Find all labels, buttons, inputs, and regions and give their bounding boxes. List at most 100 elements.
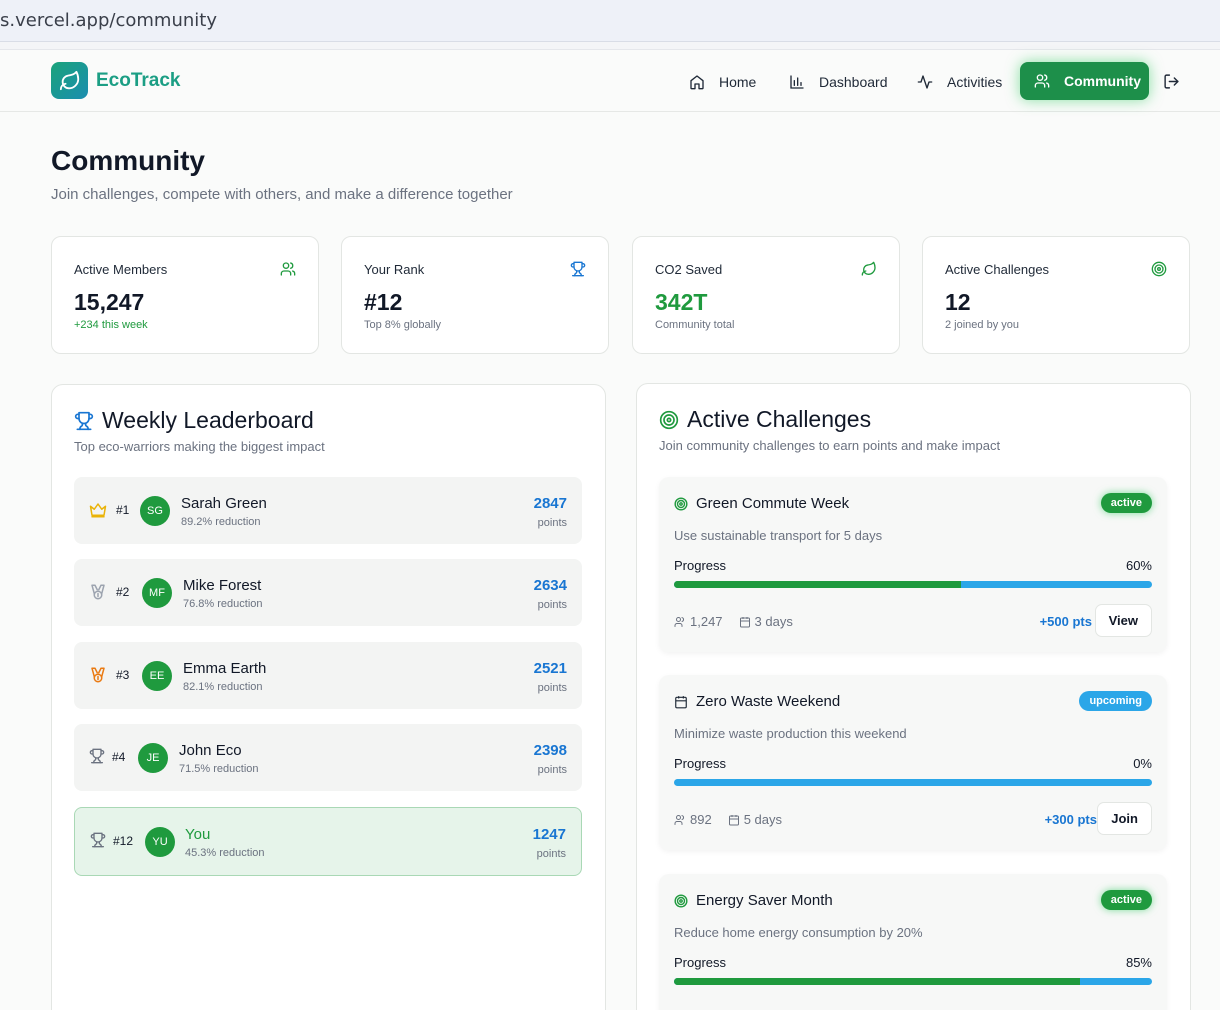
- challenges-panel: Active Challenges Join community challen…: [636, 383, 1191, 1010]
- nav-activities[interactable]: Activities: [917, 68, 1002, 96]
- reward-points: +300 pts: [1044, 812, 1097, 827]
- nav-dashboard[interactable]: Dashboard: [789, 68, 888, 96]
- calendar-icon: [675, 695, 687, 708]
- points-label: points: [537, 599, 567, 611]
- stat-value: #12: [364, 289, 403, 315]
- url-text: s.vercel.app/community: [0, 10, 217, 31]
- browser-url-bar[interactable]: s.vercel.app/community: [0, 0, 1220, 42]
- reward-points: +500 pts: [1039, 614, 1092, 629]
- page-subtitle: Join challenges, compete with others, an…: [51, 186, 513, 203]
- reduction: 89.2% reduction: [181, 516, 261, 528]
- user-name: Sarah Green: [181, 495, 267, 512]
- points-label: points: [537, 682, 567, 694]
- progress-label: Progress: [674, 756, 727, 771]
- progress-bar: [674, 978, 1152, 985]
- join-button[interactable]: Join: [1097, 802, 1152, 835]
- activity-icon: [917, 75, 933, 89]
- avatar: MF: [142, 578, 172, 608]
- trophy-icon: [90, 832, 106, 853]
- duration: 5 days: [743, 812, 783, 827]
- challenge-meta: 892 5 days: [674, 812, 798, 827]
- user-name: Mike Forest: [183, 577, 262, 594]
- nav-home[interactable]: Home: [689, 68, 756, 96]
- points-value: 2634: [533, 577, 567, 594]
- avatar: EE: [142, 661, 172, 691]
- reduction: 71.5% reduction: [179, 763, 259, 775]
- page-title: Community: [51, 145, 205, 176]
- leaderboard-row[interactable]: #2 MF Mike Forest 76.8% reduction 2634 p…: [74, 559, 582, 626]
- rank: #1: [116, 503, 130, 517]
- leaf-icon: [861, 261, 877, 282]
- points-label: points: [536, 848, 566, 860]
- calendar-icon: [728, 814, 739, 825]
- challenges-title-text: Active Challenges: [687, 406, 872, 432]
- participants: 892: [690, 812, 712, 827]
- stat-label: Active Challenges: [945, 262, 1050, 277]
- points-value: 2521: [533, 660, 567, 677]
- stat-value: 12: [945, 289, 971, 315]
- rank: #3: [116, 668, 130, 682]
- view-button[interactable]: View: [1094, 604, 1152, 637]
- stat-label: CO2 Saved: [655, 262, 723, 277]
- progress-bar-fill: [674, 978, 1081, 985]
- progress-bar: [674, 581, 1152, 588]
- target-icon: [674, 893, 688, 908]
- leaderboard-subtitle: Top eco-warriors making the biggest impa…: [74, 439, 325, 454]
- users-icon: [1034, 74, 1050, 88]
- silver-medal-icon: [89, 583, 107, 606]
- rank: #2: [116, 585, 130, 599]
- status-badge: active: [1100, 493, 1152, 513]
- points-label: points: [537, 764, 567, 776]
- participants: 1,247: [690, 614, 723, 629]
- leaderboard-row[interactable]: #4 JE John Eco 71.5% reduction 2398 poin…: [74, 724, 582, 791]
- reduction: 76.8% reduction: [183, 598, 263, 610]
- user-name: Emma Earth: [183, 660, 267, 677]
- users-icon: [674, 814, 684, 825]
- points-label: points: [537, 517, 567, 529]
- leaderboard-title: Weekly Leaderboard: [74, 407, 314, 434]
- target-icon: [659, 410, 679, 429]
- challenge-card: Zero Waste Weekend upcoming Minimize was…: [659, 675, 1167, 850]
- challenge-meta: 1,247 3 days: [674, 614, 809, 629]
- progress-value: 85%: [1125, 955, 1152, 970]
- logout-icon[interactable]: [1163, 73, 1180, 95]
- stat-card-co2-saved: CO2 Saved 342T Community total: [632, 236, 900, 354]
- points-value: 2847: [533, 495, 567, 512]
- brand-name[interactable]: EcoTrack: [96, 70, 181, 92]
- stat-note: Top 8% globally: [364, 319, 442, 331]
- progress-value: 0%: [1133, 756, 1152, 771]
- bronze-medal-icon: [89, 666, 107, 689]
- challenges-title: Active Challenges: [659, 406, 871, 433]
- challenge-title-text: Energy Saver Month: [696, 892, 833, 909]
- home-icon: [690, 75, 704, 90]
- stat-label: Active Members: [74, 262, 168, 277]
- rank: #12: [113, 834, 134, 848]
- status-badge: upcoming: [1079, 691, 1152, 711]
- challenge-description: Use sustainable transport for 5 days: [674, 528, 883, 543]
- user-name: You: [185, 826, 211, 843]
- nav-community-label: Community: [1064, 73, 1141, 89]
- avatar: SG: [140, 496, 170, 526]
- stat-label: Your Rank: [364, 262, 425, 277]
- leaderboard-row[interactable]: #3 EE Emma Earth 82.1% reduction 2521 po…: [74, 642, 582, 709]
- browser-divider: [0, 42, 1220, 50]
- nav-community[interactable]: Community: [1020, 62, 1149, 100]
- challenges-subtitle: Join community challenges to earn points…: [659, 438, 1001, 453]
- stat-card-active-members: Active Members 15,247 +234 this week: [51, 236, 319, 354]
- users-icon: [280, 261, 296, 282]
- crown-icon: [89, 501, 107, 524]
- challenge-title: Energy Saver Month: [674, 892, 833, 909]
- avatar: YU: [145, 827, 175, 857]
- leaderboard-row[interactable]: #1 SG Sarah Green 89.2% reduction 2847 p…: [74, 477, 582, 544]
- status-badge: active: [1100, 890, 1152, 910]
- stat-card-active-challenges: Active Challenges 12 2 joined by you: [922, 236, 1190, 354]
- trophy-icon: [570, 261, 586, 282]
- progress-bar: [674, 779, 1152, 786]
- challenge-title-text: Green Commute Week: [696, 495, 850, 512]
- logo-leaf-icon[interactable]: [51, 62, 88, 99]
- progress-label: Progress: [674, 558, 727, 573]
- progress-value: 60%: [1125, 558, 1152, 573]
- leaderboard-row-you[interactable]: #12 YU You 45.3% reduction 1247 points: [74, 807, 582, 876]
- nav-home-label: Home: [719, 74, 757, 90]
- leaderboard-panel: Weekly Leaderboard Top eco-warriors maki…: [51, 384, 606, 1010]
